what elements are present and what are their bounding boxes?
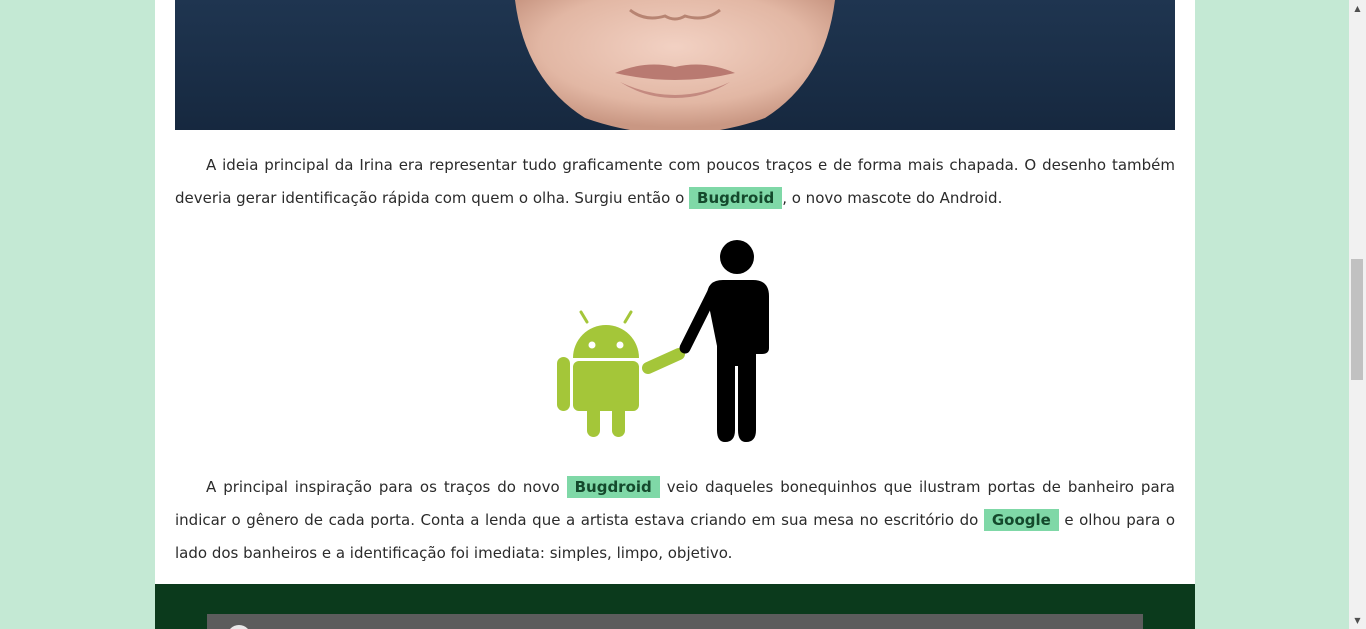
person-figure-icon: [679, 240, 769, 442]
scroll-up-icon[interactable]: ▲: [1349, 0, 1366, 17]
bugdroid-tag-link[interactable]: Bugdroid: [566, 476, 660, 498]
android-robot-icon: [557, 310, 685, 437]
paragraph1-text-start: A ideia principal da Irina era represent…: [175, 156, 1175, 207]
android-and-person-illustration: [555, 236, 785, 446]
video-player-bar[interactable]: [207, 614, 1143, 629]
paragraph-bugdroid-intro: A ideia principal da Irina era represent…: [175, 149, 1175, 215]
google-tag-link[interactable]: Google: [983, 509, 1059, 531]
bugdroid-tag-link[interactable]: Bugdroid: [689, 187, 783, 209]
video-channel-avatar[interactable]: [227, 625, 251, 629]
scroll-down-icon[interactable]: ▼: [1349, 612, 1366, 629]
paragraph1-text-end: , o novo mascote do Android.: [782, 189, 1003, 207]
scrollbar-thumb[interactable]: [1351, 259, 1363, 380]
vertical-scrollbar[interactable]: ▲ ▼: [1349, 0, 1366, 629]
hero-image-portrait: [175, 0, 1175, 130]
paragraph2-text-start: A principal inspiração para os traços do…: [206, 478, 567, 496]
video-section: [155, 584, 1195, 629]
article-page: A ideia principal da Irina era represent…: [155, 0, 1195, 629]
paragraph-bugdroid-inspiration: A principal inspiração para os traços do…: [175, 471, 1175, 570]
